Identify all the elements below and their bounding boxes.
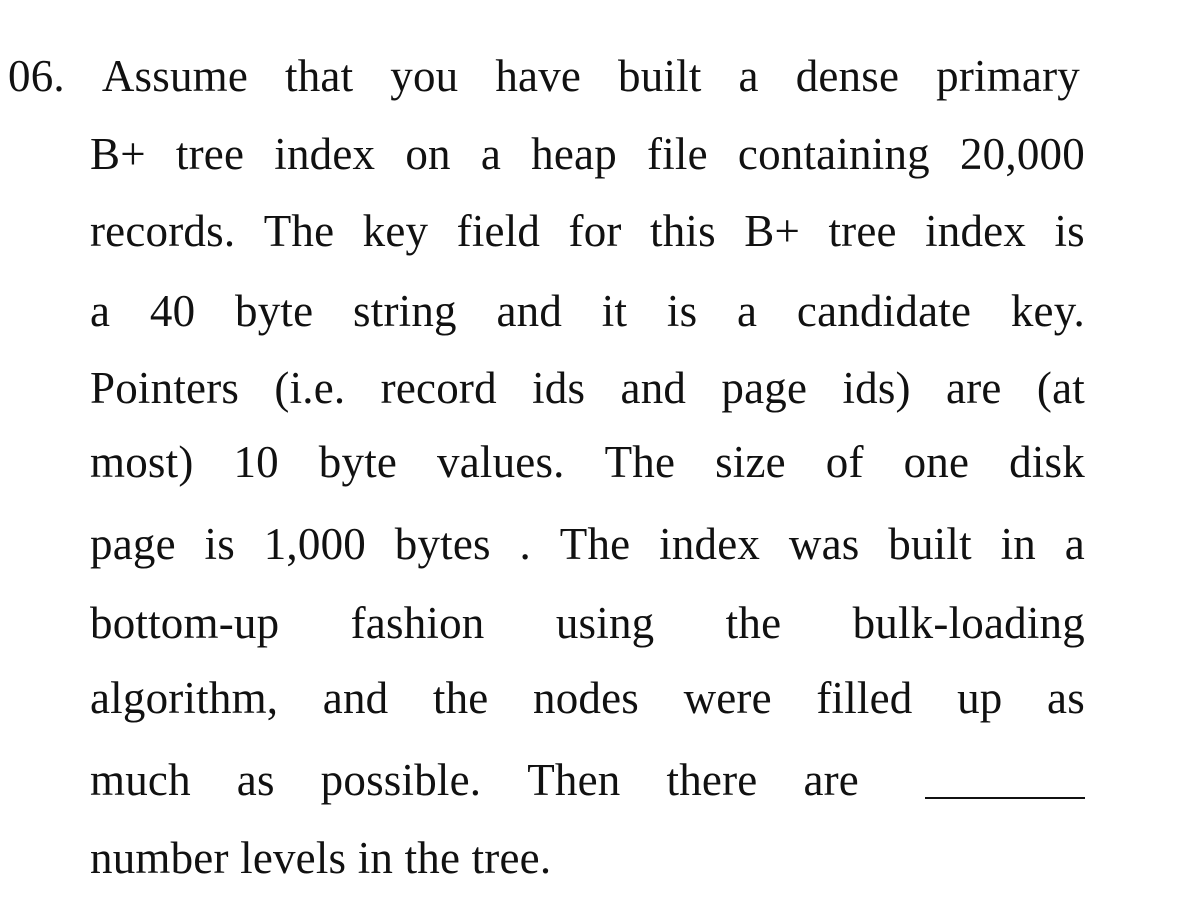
word: on	[405, 129, 451, 179]
word: possible.	[320, 755, 482, 805]
word: up	[957, 673, 1003, 723]
word: a	[737, 286, 758, 336]
word: (i.e.	[274, 363, 346, 413]
word: was	[788, 519, 860, 569]
word: bytes	[394, 519, 491, 569]
word: fashion	[350, 598, 485, 648]
word: dense	[795, 51, 900, 101]
word: is	[1054, 206, 1085, 256]
word: B+	[90, 129, 146, 179]
word: are	[803, 755, 859, 805]
word: field	[456, 206, 541, 256]
word: disk	[1009, 437, 1085, 487]
word: were	[683, 673, 772, 723]
word: containing	[737, 129, 930, 179]
word: and	[322, 673, 389, 723]
word: page	[90, 519, 176, 569]
word: index	[925, 206, 1027, 256]
word: a	[738, 51, 759, 101]
word: is	[204, 519, 235, 569]
word: Pointers	[90, 363, 240, 413]
word: a	[1064, 519, 1085, 569]
word: as	[236, 755, 275, 805]
word: tree	[175, 129, 245, 179]
word: a	[90, 286, 111, 336]
word: The	[263, 206, 335, 256]
word: a	[480, 129, 502, 179]
word: as	[1047, 673, 1085, 723]
question-line-7: page is 1,000 bytes. The index was built in a	[90, 516, 1085, 572]
word: it	[601, 286, 628, 336]
word: key.	[1010, 286, 1085, 336]
word: 06.	[8, 51, 65, 101]
word: primary	[936, 51, 1080, 101]
word: tree	[828, 206, 897, 256]
question-line-1: 06. Assume that you have built a dense primary	[8, 48, 1080, 104]
question-line-8: bottom-up fashion using the bulk-loading	[90, 595, 1085, 651]
word: this	[650, 206, 716, 256]
word: are	[946, 363, 1002, 413]
question-line-4: a 40 byte string and it is a candidate key.	[90, 283, 1085, 339]
word: and	[620, 363, 687, 413]
word: one	[903, 437, 970, 487]
word: 10	[233, 437, 279, 487]
word: bottom-up	[90, 598, 280, 648]
question-line-5: Pointers (i.e. record ids and page ids) are (at	[90, 360, 1085, 416]
question-line-6: most) 10 byte values. The size of one disk	[90, 434, 1085, 490]
word: the	[725, 598, 782, 648]
word: using	[555, 598, 655, 648]
word: filled	[816, 673, 913, 723]
word: size	[715, 437, 786, 487]
word: string	[353, 286, 457, 336]
word: most)	[90, 437, 194, 487]
word: heap	[531, 129, 617, 179]
word: you	[390, 51, 459, 101]
question-line-10: much as possible. Then there are	[90, 752, 1085, 808]
word: 40	[149, 286, 196, 336]
word: record	[380, 363, 497, 413]
word: byte	[235, 286, 314, 336]
word: candidate	[796, 286, 972, 336]
word: file	[647, 129, 708, 179]
word: bulk-loading	[852, 598, 1085, 648]
word: page	[721, 363, 808, 413]
word: records.	[90, 206, 236, 256]
word: of	[825, 437, 864, 487]
word: values.	[437, 437, 565, 487]
word: built	[888, 519, 972, 569]
word: is	[666, 286, 698, 336]
word: nodes	[533, 673, 640, 723]
answer-blank[interactable]	[924, 796, 1085, 799]
word: much	[90, 755, 191, 805]
word: The	[604, 437, 676, 487]
question-line-11: number levels in the tree.	[90, 833, 552, 883]
word: Then	[527, 755, 621, 805]
word: Assume	[101, 51, 249, 101]
word: B+	[744, 206, 801, 256]
question-line-3: records. The key field for this B+ tree index is	[90, 203, 1085, 259]
word: in	[1000, 519, 1036, 569]
word: built	[618, 51, 702, 101]
question-text-block: 06. Assume that you have built a dense primary B…	[0, 0, 1200, 914]
question-line-9: algorithm, and the nodes were filled up as	[90, 670, 1085, 726]
word: ids)	[842, 363, 911, 413]
word: 1,000	[263, 519, 366, 569]
word: byte	[318, 437, 398, 487]
word: ids	[532, 363, 586, 413]
word: index	[659, 519, 761, 569]
word: have	[495, 51, 582, 101]
word: 20,000	[959, 129, 1085, 179]
word: and	[496, 286, 563, 336]
word: the	[432, 673, 489, 723]
word: key	[362, 206, 429, 256]
word: algorithm,	[90, 673, 279, 723]
word: for	[568, 206, 622, 256]
word: that	[285, 51, 354, 101]
word: (at	[1036, 363, 1085, 413]
word: there	[666, 755, 758, 805]
question-line-2: B+ tree index on a heap file containing 20,000	[90, 126, 1085, 182]
word: index	[274, 129, 376, 179]
word: .	[519, 519, 531, 569]
word: The	[559, 519, 631, 569]
